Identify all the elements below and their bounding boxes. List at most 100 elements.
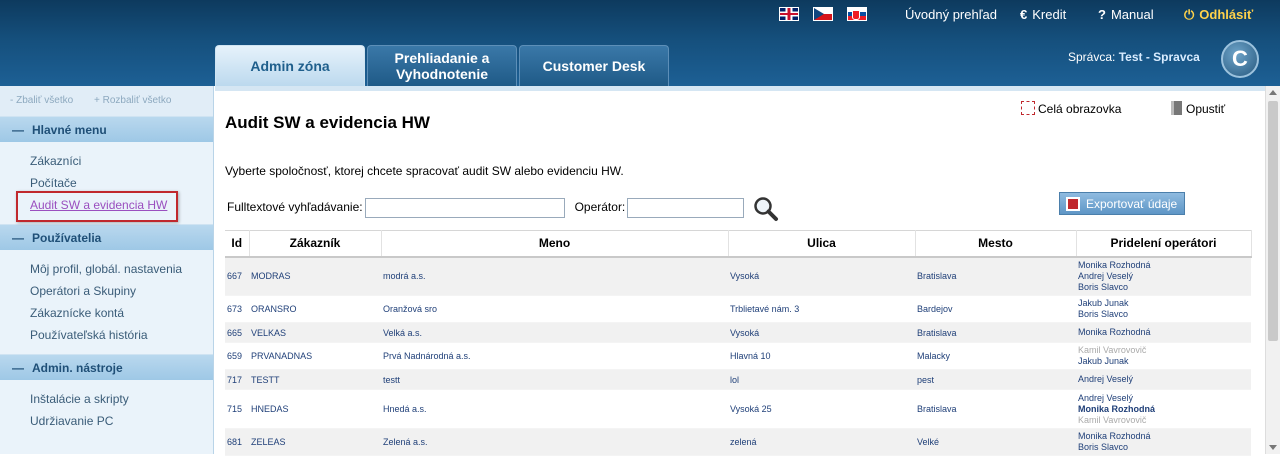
- cell-name: Hnedá a.s.: [381, 389, 728, 429]
- logout-link[interactable]: ⏻ Odhlásiť: [1184, 7, 1253, 23]
- credit-link[interactable]: € Kredit: [1020, 7, 1066, 22]
- sidebar-list-users: Môj profil, globál. nastavenia Operátori…: [0, 250, 213, 354]
- overview-link[interactable]: Úvodný prehľad: [905, 7, 997, 22]
- operator-name: Monika Rozhodná: [1078, 327, 1151, 337]
- operator-name: Kamil Vavrovovič: [1078, 345, 1147, 355]
- table-row[interactable]: 659 PRVANADNAS Prvá Nadnárodná a.s. Hlavná …: [225, 342, 1251, 370]
- column-header[interactable]: Id: [225, 230, 250, 258]
- column-header[interactable]: Meno: [381, 230, 729, 258]
- sidebar-item-accounts[interactable]: Zákaznícke kontá: [30, 302, 213, 324]
- sidebar-item-audit-sw[interactable]: Audit SW a evidencia HW: [16, 191, 213, 222]
- column-header[interactable]: Pridelení operátori: [1076, 230, 1252, 258]
- search-row: Fulltextové vyhľadávanie: Operátor:: [227, 198, 745, 218]
- customer-table: Id Zákazník Meno Ulica Mesto Pridelení operát…: [225, 230, 1252, 456]
- table-row[interactable]: 715 HNEDAS Hnedá a.s. Vysoká 25 Bratislava An…: [225, 389, 1251, 429]
- cell-street: Vysoká 25: [728, 389, 915, 429]
- fullscreen-icon: [1021, 101, 1035, 115]
- column-header[interactable]: Zákazník: [249, 230, 382, 258]
- table-body: 667 MODRAS modrá a.s. Vysoká Bratislava Monik…: [225, 256, 1251, 456]
- sidebar-item-customers[interactable]: Zákazníci: [30, 150, 213, 172]
- sidebar: - Zbaliť všetko + Rozbaliť všetko — Hlavn…: [0, 86, 214, 454]
- sidebar-item-maintenance[interactable]: Udržiavanie PC: [30, 410, 213, 432]
- fulltext-search-input[interactable]: [364, 198, 565, 218]
- manual-link[interactable]: ? Manual: [1098, 7, 1154, 22]
- sidebar-item-profile[interactable]: Môj profil, globál. nastavenia: [30, 258, 213, 280]
- scroll-thumb[interactable]: [1268, 101, 1278, 341]
- sidebar-list-main: Zákazníci Počítače Audit SW a evidencia …: [0, 142, 213, 224]
- logout-label: Odhlásiť: [1199, 7, 1254, 22]
- cell-street: Trblietavé nám. 3: [728, 295, 915, 323]
- logo-icon: C: [1221, 40, 1259, 78]
- main-content: Audit SW a evidencia HW Celá obrazovka O…: [215, 86, 1265, 456]
- cell-street: Vysoká: [728, 322, 915, 343]
- cell-operators: Kamil Vavrovovič Jakub Junak: [1076, 342, 1251, 370]
- operator-name: Monika Rozhodná: [1078, 259, 1151, 270]
- cell-operators: Andrej Veselý Monika Rozhodná Kamil Vavrov…: [1076, 389, 1251, 429]
- sidebar-item-operators[interactable]: Operátori a Skupiny: [30, 280, 213, 302]
- table-row[interactable]: 673 ORANSRO Oranžová sro Trblietavé nám. 3 B…: [225, 295, 1251, 323]
- operator-name: Boris Slavco: [1078, 442, 1129, 452]
- cell-operators: Monika Rozhodná Boris Slavco: [1076, 428, 1251, 456]
- tab-admin-zone[interactable]: Admin zóna: [215, 45, 365, 86]
- export-label: Exportovať údaje: [1086, 196, 1178, 211]
- vertical-scrollbar[interactable]: [1265, 86, 1280, 454]
- cell-customer: ORANSRO: [249, 295, 381, 323]
- column-header[interactable]: Mesto: [915, 230, 1077, 258]
- cell-name: Zelená a.s.: [381, 428, 728, 456]
- collapse-icon: —: [12, 123, 24, 137]
- admin-info: Správca: Test - Spravca: [1068, 50, 1200, 64]
- cell-id: 717: [225, 369, 249, 390]
- cell-street: zelená: [728, 428, 915, 456]
- manual-label: Manual: [1110, 7, 1154, 22]
- cell-city: Velké: [915, 428, 1076, 456]
- operator-name: Andrej Veselý: [1078, 270, 1134, 281]
- table-row[interactable]: 665 VELKAS Velká a.s. Vysoká Bratislava Monik…: [225, 322, 1251, 343]
- cell-city: Bratislava: [915, 322, 1076, 343]
- cell-customer: PRVANADNAS: [249, 342, 381, 370]
- column-header[interactable]: Ulica: [728, 230, 916, 258]
- cell-name: Prvá Nadnárodná a.s.: [381, 342, 728, 370]
- sidebar-section-admin-tools[interactable]: — Admin. nástroje: [0, 354, 213, 380]
- operator-name: Kamil Vavrovovič: [1078, 414, 1147, 425]
- sidebar-item-history[interactable]: Používateľská história: [30, 324, 213, 346]
- collapse-icon: —: [12, 231, 24, 245]
- cell-customer: ZELEAS: [249, 428, 381, 456]
- exit-button[interactable]: Opustiť: [1171, 101, 1225, 116]
- operator-name: Boris Slavco: [1078, 309, 1129, 319]
- cell-id: 681: [225, 428, 249, 456]
- sidebar-section-users[interactable]: — Používatelia: [0, 224, 213, 250]
- cell-customer: HNEDAS: [249, 389, 381, 429]
- section-title: Hlavné menu: [32, 123, 107, 137]
- sidebar-section-main-menu[interactable]: — Hlavné menu: [0, 116, 213, 142]
- collapse-all-link[interactable]: - Zbaliť všetko: [10, 95, 73, 106]
- table-row[interactable]: 681 ZELEAS Zelená a.s. zelená Velké Monika Ro…: [225, 428, 1251, 456]
- flag-english-icon[interactable]: [779, 7, 799, 21]
- search-icon[interactable]: [753, 196, 779, 222]
- export-button[interactable]: Exportovať údaje: [1059, 192, 1185, 215]
- tab-review-evaluation[interactable]: Prehliadanie a Vyhodnotenie: [367, 45, 517, 86]
- cell-city: pest: [915, 369, 1076, 390]
- tab-customer-desk[interactable]: Customer Desk: [519, 45, 669, 86]
- cell-name: testt: [381, 369, 728, 390]
- cell-street: Hlavná 10: [728, 342, 915, 370]
- cell-id: 673: [225, 295, 249, 323]
- cell-city: Bratislava: [915, 389, 1076, 429]
- search-label: Fulltextové vyhľadávanie:: [227, 200, 363, 215]
- expand-all-link[interactable]: + Rozbaliť všetko: [94, 95, 171, 106]
- cell-name: Oranžová sro: [381, 295, 728, 323]
- operator-name: Boris Slavco: [1078, 281, 1129, 292]
- scroll-up-icon[interactable]: [1269, 90, 1277, 95]
- scroll-down-icon[interactable]: [1269, 445, 1277, 450]
- flag-slovak-icon[interactable]: [847, 7, 867, 21]
- flag-czech-icon[interactable]: [813, 7, 833, 21]
- operator-input[interactable]: [627, 198, 745, 218]
- cell-operators: Monika Rozhodná: [1076, 322, 1251, 343]
- fullscreen-button[interactable]: Celá obrazovka: [1021, 101, 1121, 116]
- table-row[interactable]: 667 MODRAS modrá a.s. Vysoká Bratislava Monik…: [225, 256, 1251, 296]
- header: Úvodný prehľad € Kredit ? Manual ⏻ Odhlásiť…: [0, 0, 1280, 86]
- table-row[interactable]: 717 TESTT testt lol pest Andrej Veselý: [225, 369, 1251, 390]
- cell-operators: Monika Rozhodná Andrej Veselý Boris Slavco: [1076, 256, 1251, 296]
- euro-icon: €: [1020, 7, 1028, 22]
- cell-id: 667: [225, 256, 249, 296]
- sidebar-item-installs[interactable]: Inštalácie a skripty: [30, 388, 213, 410]
